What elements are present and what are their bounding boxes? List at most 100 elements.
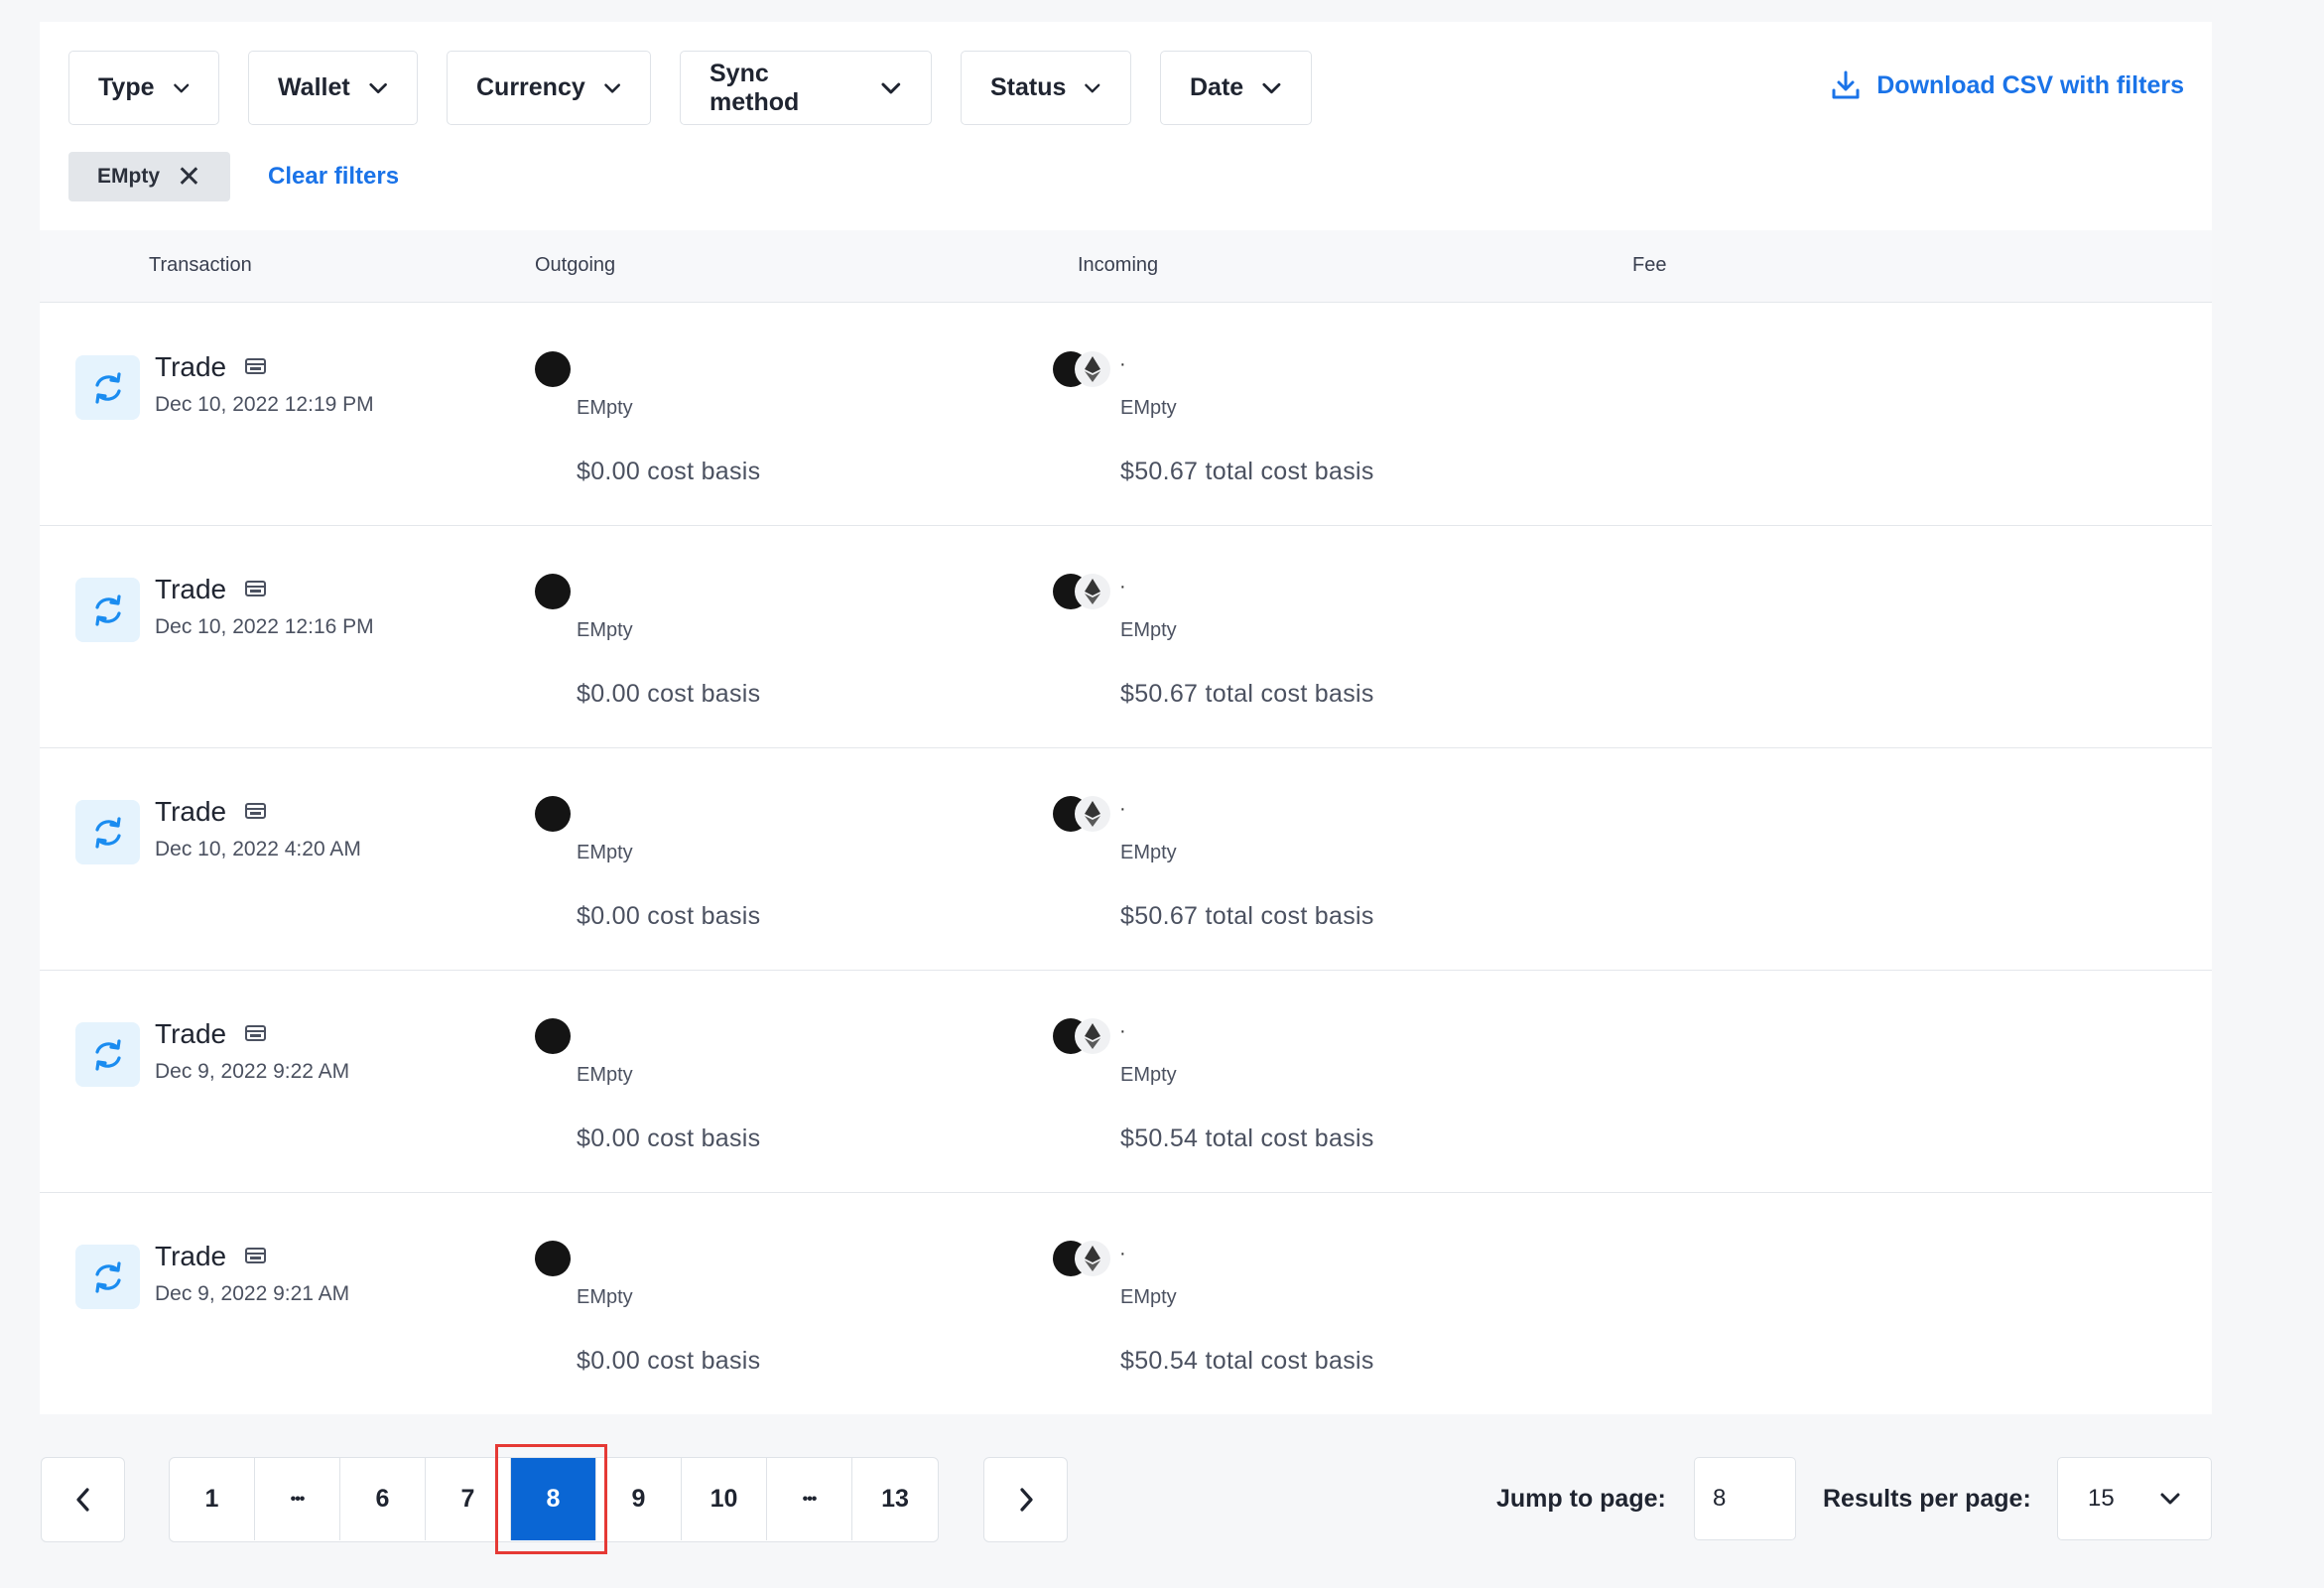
- chevron-down-icon: [881, 82, 901, 93]
- incoming-cost-basis: $50.54 total cost basis: [1120, 1347, 1374, 1375]
- page-button[interactable]: 13: [852, 1458, 938, 1540]
- transaction-date: Dec 9, 2022 9:21 AM: [155, 1282, 350, 1305]
- outgoing-asset: EMpty: [577, 619, 633, 641]
- coin-icon: [535, 796, 571, 832]
- trade-swap-icon: [75, 355, 140, 420]
- column-header-outgoing: Outgoing: [535, 254, 616, 276]
- date-filter-button[interactable]: Date: [1160, 51, 1312, 125]
- incoming-asset: EMpty: [1120, 397, 1177, 419]
- outgoing-asset: EMpty: [577, 397, 633, 419]
- filter-label: Sync method: [710, 59, 800, 116]
- outgoing-cost-basis: $0.00 cost basis: [577, 1347, 761, 1375]
- jump-to-page-label: Jump to page:: [1496, 1485, 1666, 1513]
- trade-swap-icon: [75, 1022, 140, 1087]
- chevron-down-icon: [369, 82, 387, 93]
- trade-swap-icon: [75, 1245, 140, 1309]
- ethereum-icon: [1075, 574, 1110, 609]
- chevron-right-icon: [1019, 1488, 1033, 1512]
- incoming-cost-basis: $50.67 total cost basis: [1120, 458, 1374, 485]
- outgoing-cost-basis: $0.00 cost basis: [577, 680, 761, 708]
- wallet-icon: [245, 803, 266, 819]
- page-button[interactable]: 9: [596, 1458, 682, 1540]
- wallet-icon: [245, 358, 266, 374]
- table-header: Transaction Outgoing Incoming Fee: [40, 230, 2212, 303]
- incoming-asset: EMpty: [1120, 619, 1177, 641]
- filter-label: Wallet: [278, 73, 350, 101]
- table-row[interactable]: Trade Dec 9, 2022 9:22 AM EMpty $0.00 co…: [40, 971, 2212, 1193]
- column-header-transaction: Transaction: [149, 254, 252, 276]
- close-icon[interactable]: ✕: [177, 160, 201, 195]
- results-per-page-select[interactable]: 15: [2057, 1457, 2212, 1540]
- table-row[interactable]: Trade Dec 10, 2022 12:16 PM EMpty $0.00 …: [40, 526, 2212, 748]
- page-ellipsis: •••: [767, 1458, 852, 1540]
- coin-icon: [535, 1241, 571, 1276]
- wallet-filter-button[interactable]: Wallet: [248, 51, 418, 125]
- wallet-icon: [245, 1025, 266, 1041]
- trade-swap-icon: [75, 578, 140, 642]
- chevron-left-icon: [75, 1488, 89, 1512]
- transaction-type: Trade: [155, 351, 227, 382]
- page-button[interactable]: 6: [340, 1458, 426, 1540]
- column-header-fee: Fee: [1632, 254, 1667, 276]
- page-button[interactable]: 10: [682, 1458, 767, 1540]
- sync-method-filter-button[interactable]: Sync method: [680, 51, 932, 125]
- results-per-page-label: Results per page:: [1823, 1485, 2031, 1513]
- table-row[interactable]: Trade Dec 10, 2022 12:19 PM EMpty $0.00 …: [40, 304, 2212, 526]
- chevron-down-icon: [173, 83, 189, 92]
- asset-separator: ·: [1119, 1020, 1126, 1042]
- filter-label: Type: [98, 73, 155, 101]
- status-filter-button[interactable]: Status: [961, 51, 1131, 125]
- type-filter-button[interactable]: Type: [68, 51, 219, 125]
- chevron-down-icon: [1085, 83, 1100, 92]
- filter-label: Status: [990, 73, 1067, 101]
- transactions-card: Type Wallet Currency Sync method Status …: [40, 22, 2212, 1414]
- wallet-icon: [245, 581, 266, 596]
- incoming-cost-basis: $50.67 total cost basis: [1120, 902, 1374, 930]
- asset-separator: ·: [1119, 353, 1126, 375]
- asset-separator: ·: [1119, 1243, 1126, 1264]
- coin-icon: [535, 1018, 571, 1054]
- incoming-cost-basis: $50.67 total cost basis: [1120, 680, 1374, 708]
- filter-label: Currency: [476, 73, 585, 101]
- previous-page-button[interactable]: [41, 1457, 125, 1542]
- transaction-type: Trade: [155, 574, 227, 604]
- incoming-asset: EMpty: [1120, 842, 1177, 863]
- outgoing-cost-basis: $0.00 cost basis: [577, 458, 761, 485]
- ethereum-icon: [1075, 351, 1110, 387]
- download-icon: [1832, 70, 1860, 99]
- wallet-icon: [245, 1248, 266, 1263]
- outgoing-cost-basis: $0.00 cost basis: [577, 1125, 761, 1152]
- download-csv-button[interactable]: Download CSV with filters: [1829, 68, 2184, 102]
- outgoing-asset: EMpty: [577, 1286, 633, 1308]
- incoming-cost-basis: $50.54 total cost basis: [1120, 1125, 1374, 1152]
- filter-label: Date: [1190, 73, 1244, 101]
- filter-bar: Type Wallet Currency Sync method Status …: [68, 51, 1341, 125]
- outgoing-cost-basis: $0.00 cost basis: [577, 902, 761, 930]
- jump-to-page-input[interactable]: [1694, 1457, 1796, 1540]
- table-row[interactable]: Trade Dec 10, 2022 4:20 AM EMpty $0.00 c…: [40, 748, 2212, 971]
- transaction-type: Trade: [155, 1018, 227, 1049]
- incoming-asset: EMpty: [1120, 1286, 1177, 1308]
- transaction-date: Dec 10, 2022 12:19 PM: [155, 393, 374, 416]
- chevron-down-icon: [2160, 1493, 2180, 1505]
- transaction-date: Dec 9, 2022 9:22 AM: [155, 1060, 350, 1083]
- page-ellipsis: •••: [255, 1458, 340, 1540]
- outgoing-asset: EMpty: [577, 1064, 633, 1086]
- clear-filters-button[interactable]: Clear filters: [268, 163, 399, 191]
- ethereum-icon: [1075, 1018, 1110, 1054]
- pagination: 1 ••• 6 7 8 9 10 ••• 13: [169, 1444, 939, 1554]
- outgoing-asset: EMpty: [577, 842, 633, 863]
- incoming-asset: EMpty: [1120, 1064, 1177, 1086]
- transaction-date: Dec 10, 2022 4:20 AM: [155, 838, 361, 860]
- page-button[interactable]: 1: [170, 1458, 255, 1540]
- ethereum-icon: [1075, 796, 1110, 832]
- chevron-down-icon: [1262, 82, 1281, 93]
- active-filter-chip: EMpty ✕: [68, 152, 230, 201]
- download-label: Download CSV with filters: [1876, 70, 2184, 99]
- asset-separator: ·: [1119, 798, 1126, 820]
- currency-filter-button[interactable]: Currency: [447, 51, 651, 125]
- next-page-button[interactable]: [983, 1457, 1068, 1542]
- table-row[interactable]: Trade Dec 9, 2022 9:21 AM EMpty $0.00 co…: [40, 1193, 2212, 1415]
- current-page-button[interactable]: 8: [495, 1444, 607, 1554]
- chevron-down-icon: [604, 82, 620, 93]
